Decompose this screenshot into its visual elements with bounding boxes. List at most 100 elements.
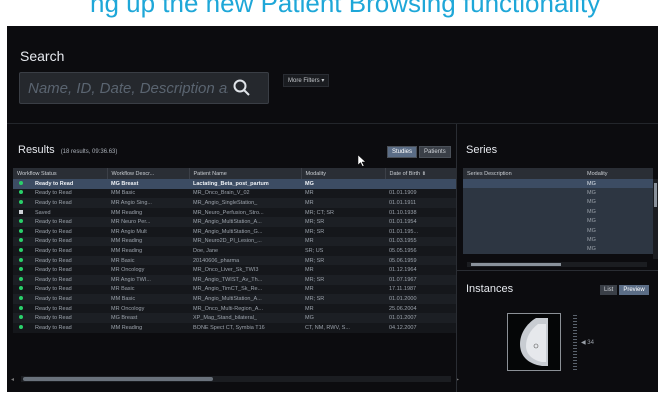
- col-modality[interactable]: Modality: [301, 168, 386, 179]
- status-text: Ready to Read: [35, 267, 72, 274]
- cell-descr: MR Oncology: [107, 265, 189, 275]
- saved-status-icon: [19, 209, 23, 214]
- studies-toggle-button[interactable]: Studies: [387, 146, 418, 158]
- list-toggle-button[interactable]: List: [600, 285, 618, 295]
- preview-toggle-button[interactable]: Preview: [619, 285, 649, 295]
- cell-modality: MG: [301, 313, 385, 323]
- table-row[interactable]: Ready to Read MR Basic MR_Angio_TimCT_Sk_R…: [13, 284, 456, 295]
- cell-series-modality: MG: [583, 244, 653, 255]
- table-row[interactable]: Saved MM Reading MR_Neuro_Perfusion_Stro..…: [13, 207, 456, 218]
- series-row[interactable]: MG: [463, 225, 653, 236]
- cell-dob: 17.11.1987: [385, 284, 456, 295]
- slice-ruler[interactable]: [573, 315, 577, 371]
- results-view-toggle: Studies Patients: [387, 146, 451, 158]
- status-text: Ready to Read: [35, 276, 72, 283]
- cell-workflow-status: Ready to Read: [13, 217, 107, 227]
- col-series-description[interactable]: Series Description: [463, 168, 583, 179]
- series-row[interactable]: MG: [463, 207, 653, 217]
- cell-series-desc: [463, 216, 583, 226]
- cell-modality: MR; SR: [301, 294, 385, 304]
- cell-workflow-status: Ready to Read: [13, 294, 107, 304]
- status-text: Ready to Read: [35, 228, 72, 235]
- cell-series-desc: [463, 179, 583, 189]
- series-row[interactable]: MG: [463, 244, 653, 255]
- cell-workflow-status: Ready to Read: [13, 188, 107, 199]
- table-row[interactable]: Ready to Read MM Basic MR_Angio_MultiStati…: [13, 294, 456, 304]
- search-box[interactable]: [19, 72, 269, 104]
- table-row[interactable]: Ready to Read MR Oncology MR_Onco_Multi-Re…: [13, 303, 456, 314]
- col-workflow-status[interactable]: Workflow Status: [13, 168, 108, 179]
- cell-series-modality: MG: [583, 188, 653, 198]
- series-row[interactable]: MG: [463, 179, 653, 189]
- table-row[interactable]: Ready to Read MG Breast Lactating_Beta_pos…: [13, 179, 456, 189]
- panel-divider: [456, 124, 457, 392]
- cell-dob: 05.05.1956: [385, 246, 456, 256]
- cell-dob: 01.10.1938: [385, 207, 456, 218]
- cell-workflow-status: Ready to Read: [13, 265, 107, 275]
- table-row[interactable]: Ready to Read MM Reading MR_Neuro2D_PI_Les…: [13, 236, 456, 247]
- cell-descr: MM Basic: [107, 188, 189, 199]
- cell-series-modality: MG: [583, 216, 653, 226]
- table-row[interactable]: Ready to Read MR Angio Sing... MR_Angio_Si…: [13, 198, 456, 208]
- scroll-left-icon[interactable]: ◂: [11, 376, 14, 383]
- results-count: (18 results, 09:36.63): [60, 149, 118, 155]
- cell-patient: MR_Angio_MultiStation_A...: [189, 217, 301, 227]
- series-vertical-scrollbar[interactable]: [653, 179, 658, 259]
- ready-status-icon: [19, 238, 23, 243]
- table-row[interactable]: Ready to Read MR Oncology MR_Onco_Liver_Sk…: [13, 265, 456, 275]
- cell-patient: 20140606_pharma: [189, 255, 301, 266]
- cell-patient: MR_Neuro_Perfusion_Stro...: [189, 207, 301, 218]
- col-patient-name[interactable]: Patient Name: [189, 168, 302, 179]
- status-text: Ready to Read: [35, 180, 74, 187]
- top-banner: ng up the new Patient Browsing functiona…: [0, 0, 659, 26]
- series-row[interactable]: MG: [463, 197, 653, 208]
- search-input[interactable]: [26, 77, 230, 99]
- table-row[interactable]: Ready to Read MR Angio TWI... MR_Angio_TWI…: [13, 274, 456, 285]
- cell-modality: MR: [301, 284, 385, 295]
- cell-descr: MR Oncology: [107, 303, 189, 314]
- scrollbar-thumb[interactable]: [23, 377, 213, 381]
- table-row[interactable]: Ready to Read MM Reading BONE Spect CT, Sy…: [13, 322, 456, 333]
- patient-browser-app: Search More Filters ▾ Results (18 results…: [7, 26, 658, 392]
- col-date-of-birth[interactable]: Date of Birth ⇟: [385, 168, 457, 179]
- series-header-row: Series Description Modality: [463, 168, 653, 179]
- scrollbar-thumb[interactable]: [654, 183, 657, 207]
- series-row[interactable]: MG: [463, 216, 653, 226]
- cell-descr: MG Breast: [107, 179, 189, 189]
- cell-descr: MR Neuro Per...: [107, 217, 189, 227]
- col-series-modality[interactable]: Modality: [583, 168, 653, 179]
- ready-status-icon: [19, 199, 23, 204]
- table-row[interactable]: Ready to Read MG Breast XP_Mag_Stand_bilat…: [13, 313, 456, 323]
- cell-series-modality: MG: [583, 207, 653, 217]
- table-row[interactable]: Ready to Read MM Basic MR_Onco_Brain_V_02 M…: [13, 188, 456, 199]
- series-row[interactable]: MG: [463, 235, 653, 245]
- cell-descr: MR Angio TWI...: [107, 274, 189, 285]
- results-horizontal-scrollbar[interactable]: ◂ ▸: [11, 376, 459, 383]
- cell-modality: MR: [301, 198, 385, 208]
- cell-series-modality: MG: [583, 179, 653, 189]
- col-workflow-description[interactable]: Workflow Descr...: [107, 168, 190, 179]
- cell-modality: MR: [301, 188, 385, 199]
- patients-toggle-button[interactable]: Patients: [419, 146, 451, 158]
- more-filters-button[interactable]: More Filters ▾: [283, 74, 330, 87]
- cell-modality: MR; SR: [301, 217, 385, 227]
- search-label: Search: [20, 48, 65, 64]
- table-row[interactable]: Ready to Read MM Reading Doe, Jane SR; US 05…: [13, 246, 456, 256]
- table-row[interactable]: Ready to Read MR Basic 20140606_pharma MR; …: [13, 255, 456, 266]
- cell-series-desc: [463, 197, 583, 208]
- status-text: Ready to Read: [35, 190, 72, 197]
- table-row[interactable]: Ready to Read MR Angio Mult MR_Angio_Multi…: [13, 226, 456, 237]
- instance-preview-thumbnail[interactable]: [507, 313, 561, 371]
- search-icon[interactable]: [232, 78, 252, 98]
- ready-status-icon: [19, 324, 23, 329]
- cell-descr: MM Reading: [107, 207, 189, 218]
- scrollbar-thumb[interactable]: [471, 263, 561, 266]
- slice-indicator: ◀ 34: [581, 340, 594, 346]
- series-horizontal-scrollbar[interactable]: [467, 262, 647, 267]
- table-row[interactable]: Ready to Read MR Neuro Per... MR_Angio_Mul…: [13, 217, 456, 227]
- cell-series-modality: MG: [583, 197, 653, 208]
- cell-modality: MR: [301, 236, 385, 247]
- cell-modality: MR; SR: [301, 274, 385, 285]
- series-row[interactable]: MG: [463, 188, 653, 198]
- cell-modality: MR; SR: [301, 226, 385, 237]
